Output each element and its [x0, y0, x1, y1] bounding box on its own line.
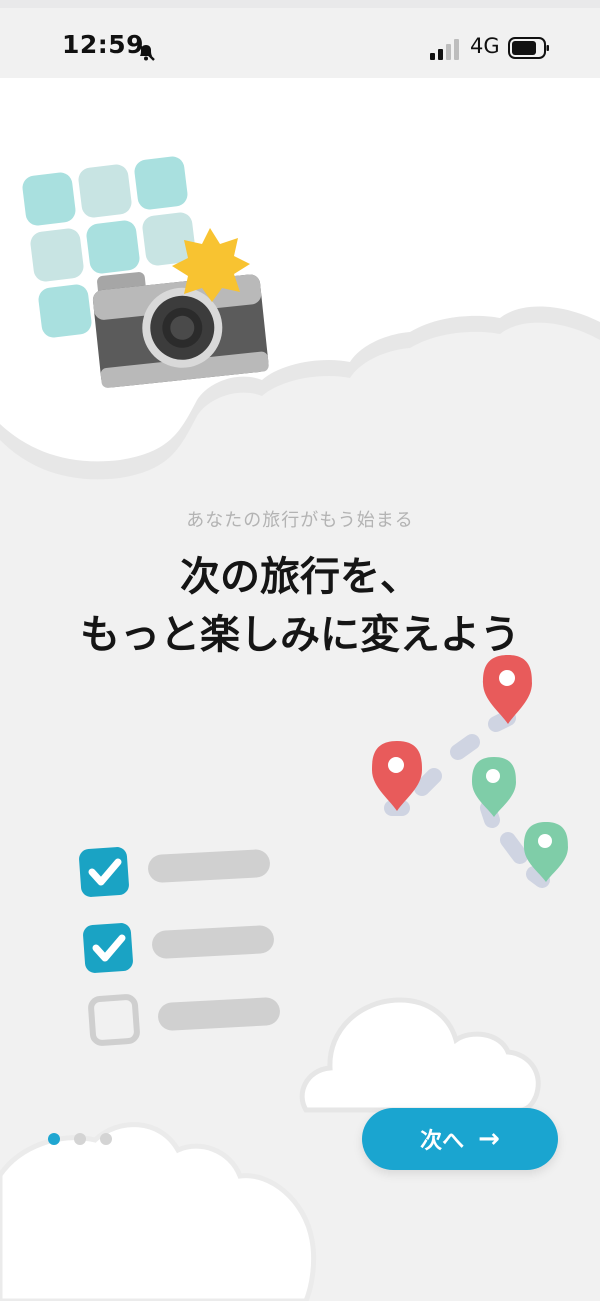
bell-slash-icon	[137, 43, 155, 61]
page-dot[interactable]	[100, 1133, 112, 1145]
network-type: 4G	[470, 34, 500, 58]
onboarding-subtitle: あなたの旅行がもう始まる	[186, 510, 414, 531]
top-cloud	[0, 78, 600, 462]
next-button-label: 次へ	[420, 1129, 465, 1154]
checkbox-checked-icon	[83, 923, 133, 973]
page-dot-active[interactable]	[48, 1133, 60, 1145]
checklist-illustration	[79, 847, 280, 1046]
map-pin-icon	[372, 741, 422, 811]
signal-icon	[430, 39, 459, 60]
map-pin-icon	[472, 757, 516, 817]
onboarding-headline: 次の旅行を、 もっと楽しみに変えよう	[40, 548, 560, 664]
battery-icon	[508, 37, 549, 59]
map-route-illustration	[372, 655, 568, 888]
map-pin-icon	[483, 655, 532, 724]
bottom-cloud	[0, 1122, 317, 1301]
next-button[interactable]: 次へ →	[362, 1108, 558, 1170]
checkbox-empty-icon	[88, 994, 140, 1046]
status-time: 12:59	[62, 30, 145, 59]
small-cloud	[299, 997, 541, 1113]
arrow-right-icon: →	[478, 1124, 500, 1154]
headline-line-2: もっと楽しみに変えよう	[80, 612, 520, 658]
checkbox-checked-icon	[79, 847, 129, 897]
headline-line-1: 次の旅行を、	[180, 554, 420, 600]
status-bar: 12:59 4G	[0, 8, 600, 78]
onboarding-screen: 12:59 4G あなたの旅行がもう始まる 次の旅行を、 もっと楽しみに変えよう	[0, 0, 600, 1301]
page-dot[interactable]	[74, 1133, 86, 1145]
page-indicator	[48, 1133, 112, 1145]
